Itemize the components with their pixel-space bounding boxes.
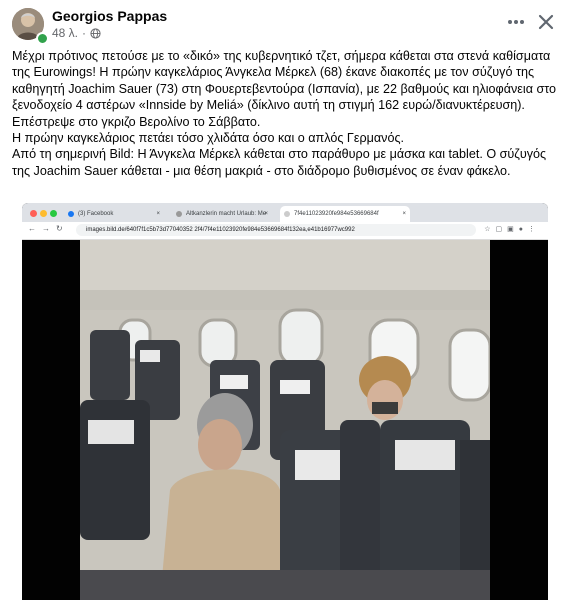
window-maximize-dot xyxy=(50,210,57,217)
browser-tab: Altkanzlerin macht Urlaub: Me × xyxy=(172,206,272,222)
browser-screenshot: (3) Facebook × Altkanzlerin macht Urlaub… xyxy=(22,203,548,600)
more-horizontal-icon xyxy=(508,20,524,24)
online-status-dot xyxy=(36,32,49,45)
post-time[interactable]: 48 λ. xyxy=(52,26,78,40)
browser-tab-bar: (3) Facebook × Altkanzlerin macht Urlaub… xyxy=(22,203,548,222)
browser-tab-active: 7f4e11023920fe984e53669684f × xyxy=(280,206,410,222)
browser-address-bar: ←→↻ images.bild.de/640f7f1c5b73d77040352… xyxy=(22,222,548,240)
page-icon xyxy=(176,211,182,217)
image-icon xyxy=(284,211,290,217)
post-meta: 48 λ. · xyxy=(52,26,101,40)
browser-url: images.bild.de/640f7f1c5b73d77040352 2f4… xyxy=(76,224,476,236)
post-header: Georgios Pappas 48 λ. · xyxy=(12,8,558,45)
browser-tab: (3) Facebook × xyxy=(64,206,164,222)
post-image[interactable]: (3) Facebook × Altkanzlerin macht Urlaub… xyxy=(22,203,548,600)
close-button[interactable] xyxy=(534,10,558,34)
more-options-button[interactable] xyxy=(504,12,528,32)
close-icon xyxy=(538,14,554,30)
window-close-dot xyxy=(30,210,37,217)
post-text: Μέχρι πρότινος πετούσε με το «δικό» της … xyxy=(12,48,560,179)
post-paragraph: Η πρώην καγκελάριος πετάει τόσο χλιδάτα … xyxy=(12,131,405,146)
facebook-icon xyxy=(68,211,74,217)
browser-nav-icons: ←→↻ xyxy=(28,224,69,233)
post-paragraph: Από τη σημερινή Bild: Η Άνγκελα Μέρκελ κ… xyxy=(12,147,547,178)
airplane-cabin-illustration xyxy=(80,240,490,600)
window-minimize-dot xyxy=(40,210,47,217)
post-paragraph: Μέχρι πρότινος πετούσε με το «δικό» της … xyxy=(12,49,557,129)
author-name[interactable]: Georgios Pappas xyxy=(52,8,167,24)
globe-icon xyxy=(90,27,101,39)
browser-extension-icons: ☆▢▣●⋮ xyxy=(484,226,540,233)
airplane-cabin-photo xyxy=(80,240,490,600)
